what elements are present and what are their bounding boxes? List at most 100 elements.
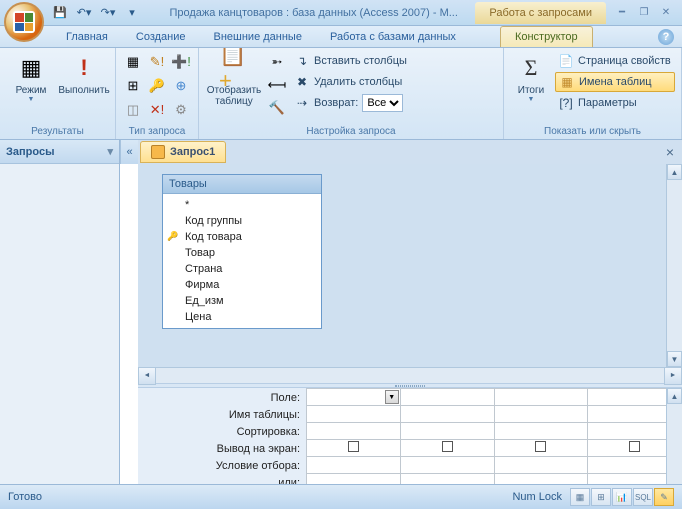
document-tab-strip: Запрос1 × [138, 140, 682, 164]
delete-query-icon[interactable]: ✕! [146, 99, 168, 121]
append-icon[interactable]: ➕! [170, 51, 192, 73]
field-item[interactable]: Товар [163, 245, 321, 261]
group-results: ▦ Режим ▼ ! Выполнить Результаты [0, 48, 116, 139]
return-select[interactable]: Все [362, 94, 403, 112]
table-source-box[interactable]: Товары *Код группыКод товараТоварСтранаФ… [162, 174, 322, 329]
field-item[interactable]: Код товара [163, 229, 321, 245]
builder-icon[interactable]: 🔨 [266, 97, 288, 119]
ribbon-tabs: Главная Создание Внешние данные Работа с… [0, 26, 682, 48]
chart-view-icon[interactable]: 📊 [612, 488, 632, 506]
tab-external-data[interactable]: Внешние данные [200, 27, 316, 47]
crosstab-icon[interactable]: ⊞ [122, 75, 144, 97]
sql-view-icon[interactable]: SQL [633, 488, 653, 506]
datadef-icon[interactable]: ⚙ [170, 99, 192, 121]
status-bar: Готово Num Lock ▦ ⊞ 📊 SQL ✎ [0, 484, 682, 509]
delete-columns-button[interactable]: ✖ Удалить столбцы [291, 72, 431, 92]
show-checkbox[interactable] [442, 441, 453, 452]
field-item[interactable]: * [163, 197, 321, 213]
vertical-scrollbar[interactable]: ▲ ▼ [666, 164, 682, 367]
sigma-icon: Σ [516, 53, 546, 83]
run-button[interactable]: ! Выполнить [59, 51, 109, 98]
select-query-icon[interactable]: ▦ [122, 51, 144, 73]
insert-col-icon: ↴ [294, 53, 310, 69]
save-icon[interactable]: 💾 [50, 3, 70, 23]
scroll-up-icon[interactable]: ▲ [667, 164, 682, 180]
totals-button[interactable]: Σ Итоги ▼ [510, 51, 552, 105]
field-cell[interactable]: ▼ [307, 389, 401, 406]
restore-button[interactable]: ❐ [634, 5, 654, 21]
passthrough-icon[interactable]: ⊕ [170, 75, 192, 97]
show-table-icon: 📋+ [219, 53, 249, 83]
return-row: ⇢ Возврат: Все [291, 93, 431, 113]
undo-icon[interactable]: ↶▾ [74, 3, 94, 23]
view-button[interactable]: ▦ Режим ▼ [6, 51, 56, 105]
group-show-hide: Σ Итоги ▼ 📄 Страница свойств ▦ Имена таб… [504, 48, 682, 139]
close-button[interactable]: ✕ [656, 5, 676, 21]
ribbon: ▦ Режим ▼ ! Выполнить Результаты ▦ ✎! ➕!… [0, 48, 682, 140]
table-names-button[interactable]: ▦ Имена таблиц [555, 72, 675, 92]
document-tab[interactable]: Запрос1 [140, 141, 226, 163]
nav-header[interactable]: Запросы ▾ [0, 140, 119, 164]
field-item[interactable]: Ед_изм [163, 293, 321, 309]
pivot-view-icon[interactable]: ⊞ [591, 488, 611, 506]
nav-collapse-button[interactable]: « [120, 140, 138, 164]
tab-database-tools[interactable]: Работа с базами данных [316, 27, 470, 47]
make-table-icon[interactable]: ✎! [146, 51, 168, 73]
window-title: Продажа канцтоваров : база данных (Acces… [142, 7, 475, 19]
help-button[interactable]: ? [658, 29, 674, 45]
show-checkbox[interactable] [348, 441, 359, 452]
field-item[interactable]: Страна [163, 261, 321, 277]
qbe-label: Условие отбора: [142, 460, 302, 477]
datasheet-icon: ▦ [16, 53, 46, 83]
tab-home[interactable]: Главная [52, 27, 122, 47]
diagram-pane[interactable]: Товары *Код группыКод товараТоварСтранаФ… [138, 164, 682, 367]
scroll-down-icon[interactable]: ▼ [667, 351, 682, 367]
qbe-label: Сортировка: [142, 426, 302, 443]
row-sort [307, 423, 682, 440]
table-box-header[interactable]: Товары [163, 175, 321, 194]
row-criteria [307, 457, 682, 474]
redo-icon[interactable]: ↷▾ [98, 3, 118, 23]
update-icon[interactable]: 🔑 [146, 75, 168, 97]
close-tab-button[interactable]: × [658, 144, 682, 160]
design-view-icon[interactable]: ✎ [654, 488, 674, 506]
show-checkbox[interactable] [535, 441, 546, 452]
row-field: ▼ [307, 389, 682, 406]
parameters-button[interactable]: [?] Параметры [555, 93, 675, 113]
delete-rows-icon[interactable]: ⟻ [266, 74, 288, 96]
delete-col-icon: ✖ [294, 74, 310, 90]
group-query-type: ▦ ✎! ➕! ⊞ 🔑 ⊕ ◫ ✕! ⚙ Тип запроса [116, 48, 199, 139]
field-list: *Код группыКод товараТоварСтранаФирмаЕд_… [163, 194, 321, 328]
main-area: Запросы ▾ « Запрос1 × Товары *Код группы… [0, 140, 682, 506]
datasheet-view-icon[interactable]: ▦ [570, 488, 590, 506]
qat-customize-icon[interactable]: ▾ [122, 3, 142, 23]
qbe-label: Поле: [142, 392, 302, 409]
query-type-buttons: ▦ ✎! ➕! ⊞ 🔑 ⊕ ◫ ✕! ⚙ [122, 51, 192, 121]
dropdown-arrow-icon[interactable]: ▼ [385, 390, 399, 404]
show-checkbox[interactable] [629, 441, 640, 452]
contextual-tab-title: Работа с запросами [475, 2, 606, 24]
horizontal-scrollbar-upper[interactable] [138, 367, 682, 383]
office-button[interactable] [4, 2, 44, 42]
return-icon: ⇢ [294, 95, 310, 111]
union-icon[interactable]: ◫ [122, 99, 144, 121]
tab-design[interactable]: Конструктор [500, 26, 593, 47]
field-item[interactable]: Цена [163, 309, 321, 325]
query-icon [151, 145, 165, 159]
show-table-button[interactable]: 📋+ Отобразить таблицу [205, 51, 263, 109]
field-item[interactable]: Код группы [163, 213, 321, 229]
navigation-pane: Запросы ▾ [0, 140, 120, 506]
chevron-down-icon[interactable]: ▾ [107, 145, 113, 158]
quick-access-toolbar: 💾 ↶▾ ↷▾ ▾ [50, 3, 142, 23]
field-item[interactable]: Фирма [163, 277, 321, 293]
group-query-setup: 📋+ Отобразить таблицу ➵ ⟻ 🔨 ↴ Вставить с… [199, 48, 504, 139]
property-sheet-button[interactable]: 📄 Страница свойств [555, 51, 675, 71]
minimize-button[interactable]: ━ [612, 5, 632, 21]
row-table [307, 406, 682, 423]
insert-rows-icon[interactable]: ➵ [266, 51, 288, 73]
titlebar: 💾 ↶▾ ↷▾ ▾ Продажа канцтоваров : база дан… [0, 0, 682, 26]
qbe-label: Вывод на экран: [142, 443, 302, 460]
insert-columns-button[interactable]: ↴ Вставить столбцы [291, 51, 431, 71]
params-icon: [?] [558, 95, 574, 111]
tab-create[interactable]: Создание [122, 27, 200, 47]
